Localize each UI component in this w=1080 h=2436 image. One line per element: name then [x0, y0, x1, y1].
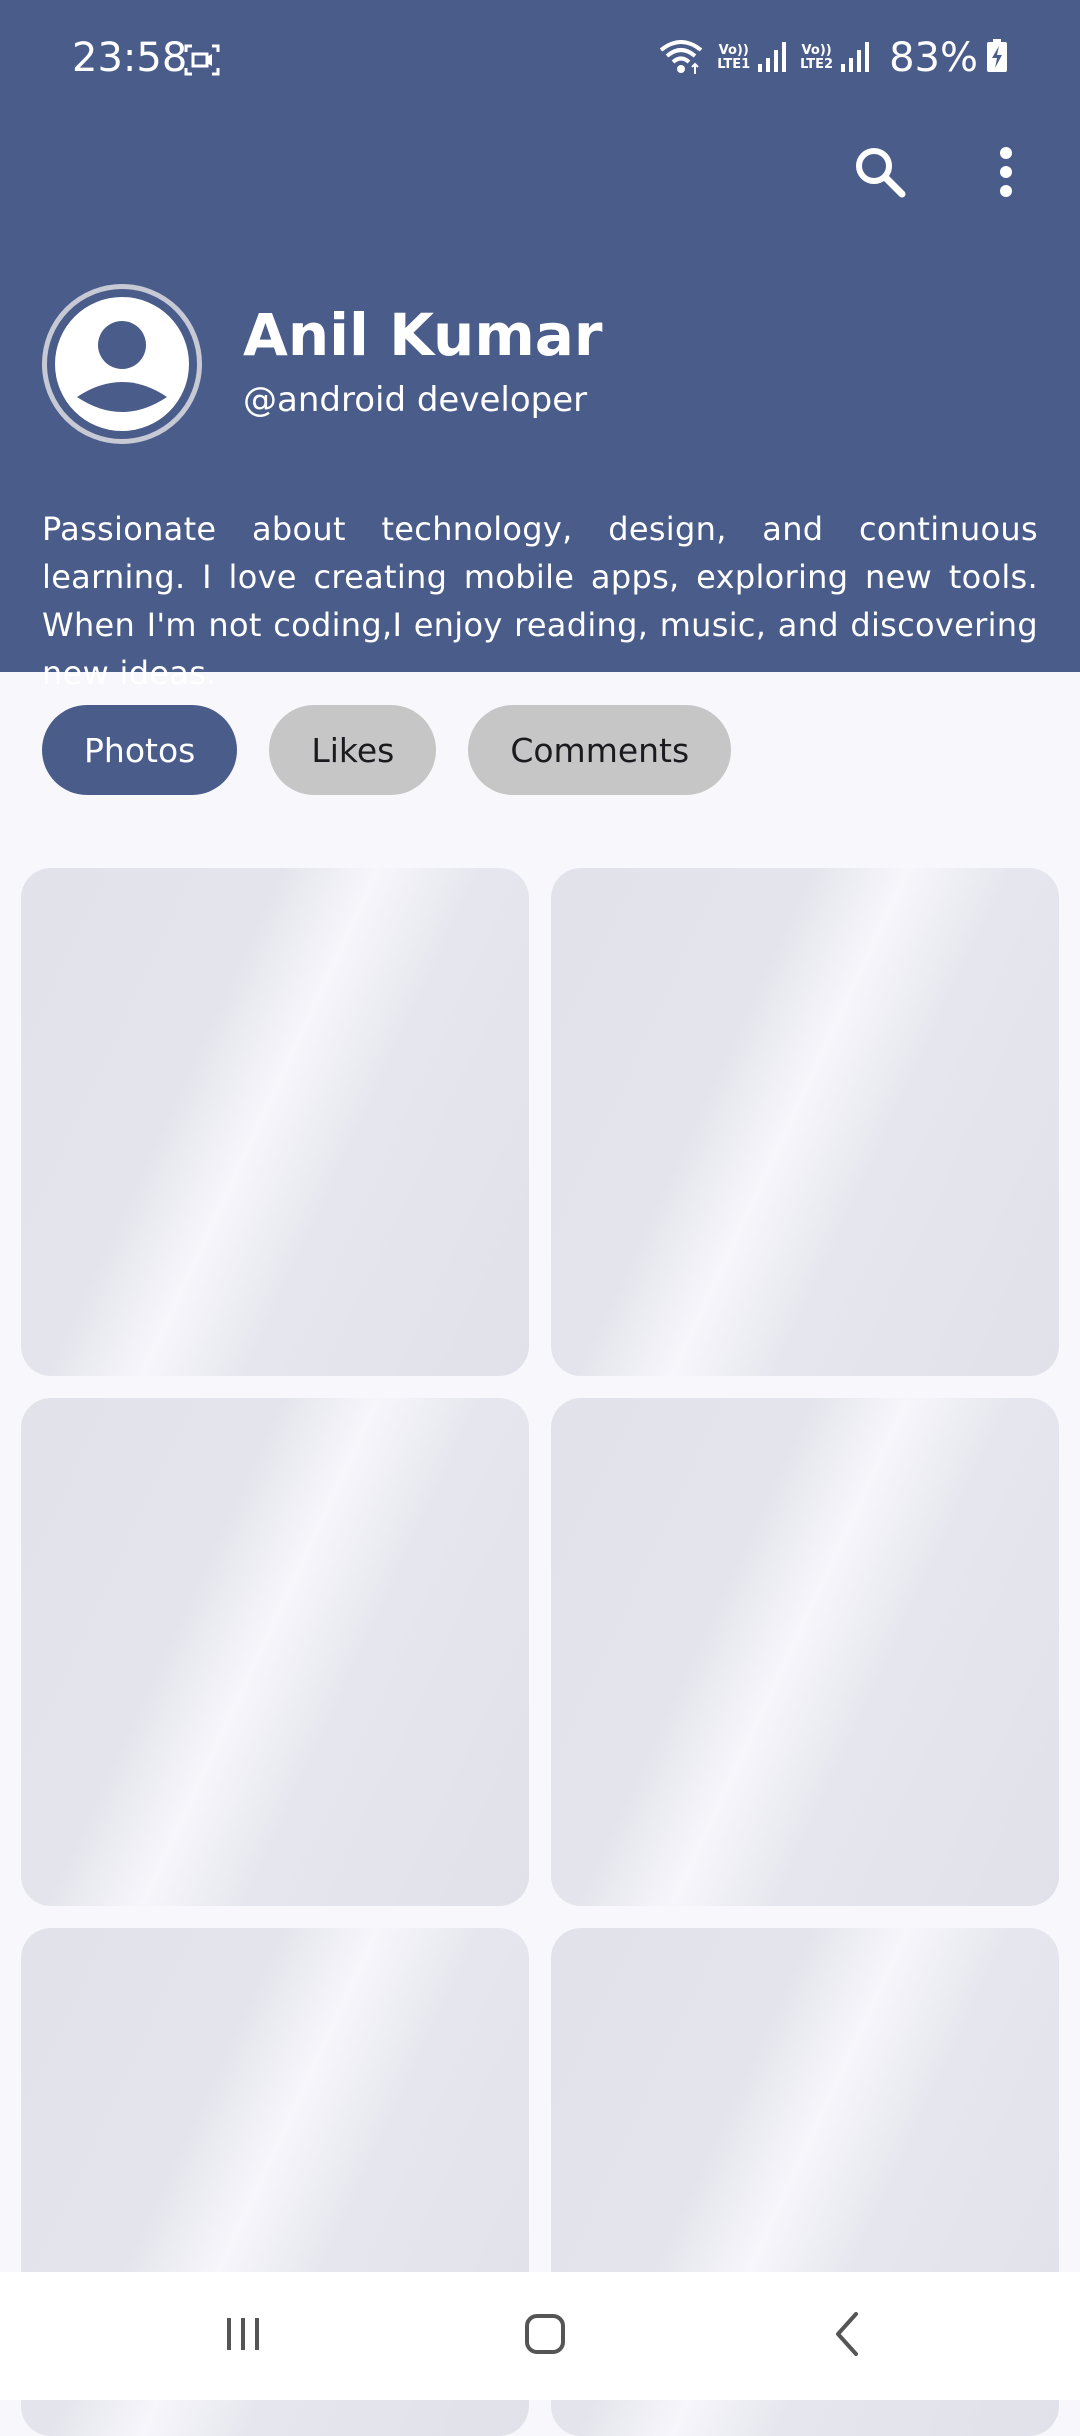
tab-likes[interactable]: Likes	[269, 705, 437, 795]
avatar[interactable]	[42, 284, 202, 444]
status-time: 23:58	[72, 35, 188, 81]
screen-record-icon	[184, 42, 220, 78]
back-button[interactable]	[808, 2296, 888, 2376]
photo-grid	[21, 868, 1059, 2436]
recents-button[interactable]	[203, 2296, 283, 2376]
signal-icon	[841, 40, 870, 76]
account-circle-icon	[55, 297, 189, 431]
profile-tabs: Photos Likes Comments	[42, 705, 732, 795]
wifi-icon	[659, 36, 703, 80]
search-button[interactable]	[848, 140, 912, 204]
system-navigation-bar	[0, 2272, 1080, 2400]
search-icon	[848, 148, 912, 208]
photo-tile[interactable]	[21, 1398, 529, 1906]
photo-tile[interactable]	[21, 868, 529, 1376]
home-icon	[521, 2310, 569, 2362]
sim2-lte-label: LTE2	[800, 57, 834, 72]
sim2-indicator: Vo)) LTE2	[800, 44, 833, 72]
battery-charging-icon	[986, 39, 1008, 77]
sim1-lte-label: LTE1	[717, 57, 751, 72]
status-indicators: Vo)) LTE1 Vo)) LTE2 83%	[659, 30, 1008, 86]
back-icon	[824, 2310, 872, 2362]
battery-percent: 83%	[889, 35, 978, 81]
profile-header: 23:58 Vo)) LTE1 Vo)) LTE2 83% Anil Kumar…	[0, 0, 1080, 692]
signal-icon	[758, 40, 787, 76]
photo-tile[interactable]	[551, 1398, 1059, 1906]
more-options-button[interactable]	[976, 140, 1040, 204]
profile-name: Anil Kumar	[243, 301, 603, 369]
tab-photos[interactable]: Photos	[42, 705, 238, 795]
more-vert-icon	[976, 147, 1040, 208]
profile-handle: @android developer	[243, 380, 588, 420]
sim1-volte-label: Vo))	[718, 43, 749, 58]
sim2-volte-label: Vo))	[801, 43, 832, 58]
photo-tile[interactable]	[551, 868, 1059, 1376]
recents-icon	[219, 2310, 267, 2362]
profile-bio: Passionate about technology, design, and…	[42, 510, 1038, 692]
sim1-indicator: Vo)) LTE1	[717, 44, 750, 72]
tab-comments[interactable]: Comments	[468, 705, 732, 795]
home-button[interactable]	[505, 2296, 585, 2376]
status-bar: 23:58 Vo)) LTE1 Vo)) LTE2 83%	[0, 0, 1080, 120]
